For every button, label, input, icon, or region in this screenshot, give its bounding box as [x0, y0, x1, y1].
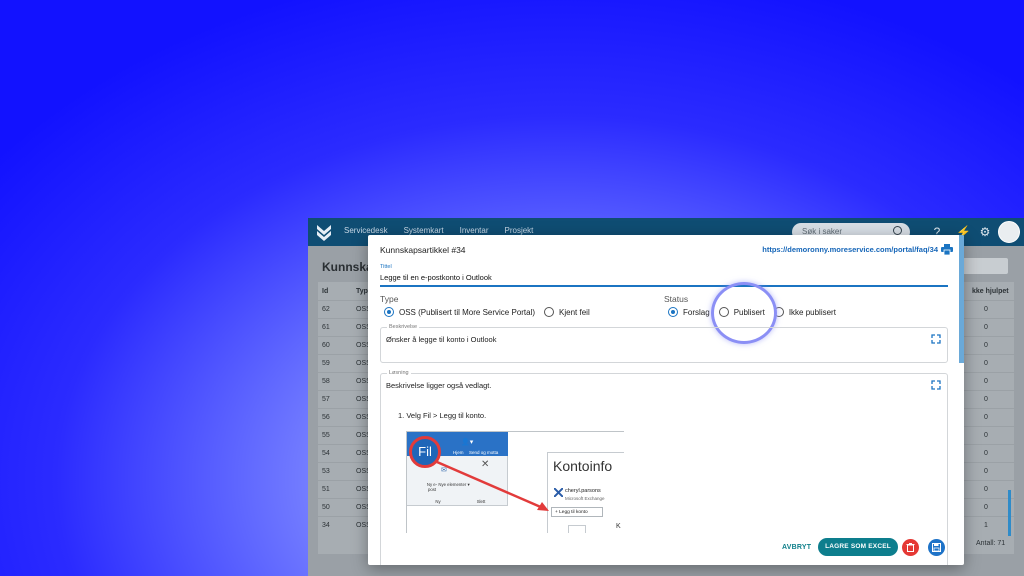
row-value: 0 — [984, 306, 988, 313]
trash-icon — [906, 543, 915, 552]
dialog-title: Kunnskapsartikkel #34 — [380, 245, 466, 255]
row-value: 0 — [984, 324, 988, 331]
row-id: 51 — [322, 486, 330, 493]
row-id: 59 — [322, 360, 330, 367]
type-option-oss[interactable]: OSS (Publisert til More Service Portal) — [384, 307, 535, 317]
knowledge-article-dialog: Kunnskapsartikkel #34 https://demoronny.… — [368, 235, 964, 565]
save-button[interactable] — [928, 539, 945, 556]
row-id: 54 — [322, 450, 330, 457]
row-value: 0 — [984, 414, 988, 421]
dialog-scrollbar[interactable] — [959, 235, 964, 363]
print-icon[interactable] — [941, 244, 953, 255]
radio-checked-icon — [384, 307, 394, 317]
row-value: 0 — [984, 378, 988, 385]
search-icon — [893, 226, 902, 235]
row-id: 58 — [322, 378, 330, 385]
row-id: 34 — [322, 522, 330, 529]
row-id: 62 — [322, 306, 330, 313]
radio-label: Ikke publisert — [788, 307, 836, 317]
type-radio-group: OSS (Publisert til More Service Portal) … — [384, 307, 599, 317]
type-label: Type — [380, 294, 399, 304]
row-value: 0 — [984, 396, 988, 403]
row-value: 0 — [984, 504, 988, 511]
solution-label: Løsning — [387, 370, 411, 376]
title-field-label: Tittel — [380, 264, 392, 270]
row-value: 0 — [984, 468, 988, 475]
outlook-screenshot-image: Hjem Send og motta 👤▾ Ny e-post Nye elem… — [406, 431, 624, 533]
portal-link[interactable]: https://demoronny.moreservice.com/portal… — [762, 245, 938, 254]
row-id: 50 — [322, 504, 330, 511]
user-avatar[interactable] — [998, 221, 1020, 243]
delete-button[interactable] — [902, 539, 919, 556]
radio-label: Kjent feil — [559, 307, 590, 317]
nav-item-servicedesk[interactable]: Servicedesk — [344, 226, 388, 235]
app-logo-icon — [317, 225, 331, 241]
description-label: Beskrivelse — [387, 324, 420, 330]
table-scrollbar[interactable] — [1008, 490, 1011, 536]
row-id: 57 — [322, 396, 330, 403]
row-count: Antall: 71 — [976, 540, 1006, 547]
column-header-not-helped[interactable]: kke hjulpet — [972, 288, 1009, 295]
solution-step-1: 1. Velg Fil > Legg til konto. — [398, 411, 487, 420]
main-nav: Servicedesk Systemkart Inventar Prosjekt — [344, 226, 533, 235]
filter-input[interactable] — [958, 258, 1008, 274]
nav-item-inventar[interactable]: Inventar — [460, 226, 489, 235]
settings-gear-icon[interactable]: ⚙ — [978, 225, 992, 239]
row-value: 0 — [984, 486, 988, 493]
status-label: Status — [664, 294, 689, 304]
red-arrow-icon — [436, 460, 549, 511]
row-value: 0 — [984, 450, 988, 457]
column-header-id[interactable]: Id — [322, 288, 328, 295]
row-value: 0 — [984, 432, 988, 439]
radio-unchecked-icon — [544, 307, 555, 317]
radio-label: OSS (Publisert til More Service Portal) — [399, 307, 536, 317]
title-field-underline — [380, 285, 948, 287]
solution-intro-text: Beskrivelse ligger også vedlagt. — [386, 381, 492, 390]
row-id: 56 — [322, 414, 330, 421]
floppy-disk-icon — [932, 543, 941, 552]
description-field[interactable]: Beskrivelse Ønsker å legge til konto i O… — [380, 324, 948, 363]
nav-item-systemkart[interactable]: Systemkart — [404, 226, 444, 235]
save-as-excel-button[interactable]: LAGRE SOM EXCEL — [818, 538, 898, 556]
row-id: 53 — [322, 468, 330, 475]
column-header-type[interactable]: Typ — [356, 288, 368, 295]
title-field[interactable]: Legge til en e-postkonto i Outlook — [380, 273, 492, 282]
type-option-known-error[interactable]: Kjent feil — [544, 307, 590, 317]
row-id: 55 — [322, 432, 330, 439]
expand-icon[interactable] — [931, 380, 941, 390]
radio-checked-icon — [668, 307, 678, 317]
nav-item-prosjekt[interactable]: Prosjekt — [505, 226, 534, 235]
cancel-button[interactable]: AVBRYT — [782, 544, 811, 551]
expand-icon[interactable] — [931, 334, 941, 344]
row-value: 0 — [984, 342, 988, 349]
row-id: 60 — [322, 342, 330, 349]
row-value: 1 — [984, 522, 988, 529]
description-text: Ønsker å legge til konto i Outlook — [386, 335, 497, 344]
row-value: 0 — [984, 360, 988, 367]
radio-label: Forslag — [683, 307, 710, 317]
status-option-forslag[interactable]: Forslag — [668, 307, 710, 317]
status-option-ikke-publisert[interactable]: Ikke publisert — [773, 307, 836, 317]
row-id: 61 — [322, 324, 330, 331]
